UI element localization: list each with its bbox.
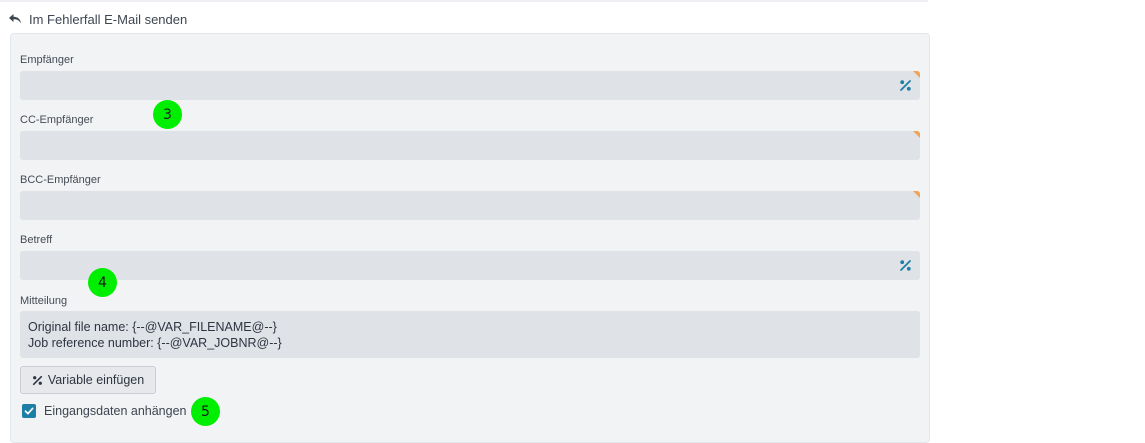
subject-label: Betreff (20, 234, 53, 246)
attach-input-label: Eingangsdaten anhängen (44, 404, 187, 418)
message-line: Job reference number: {--@VAR_JOBNR@--} (28, 336, 282, 350)
attach-input-row: Eingangsdaten anhängen (22, 402, 187, 420)
message-textarea[interactable]: Original file name: {--@VAR_FILENAME@--}… (20, 311, 920, 358)
message-line: Original file name: {--@VAR_FILENAME@--} (28, 320, 277, 334)
required-flag (913, 71, 920, 78)
section-title: Im Fehlerfall E-Mail senden (29, 11, 188, 27)
required-flag (913, 191, 920, 198)
check-icon (24, 407, 34, 415)
attach-input-checkbox[interactable] (22, 404, 36, 418)
message-label: Mitteilung (20, 295, 68, 307)
percent-icon[interactable] (899, 79, 912, 92)
undo-arrow-icon (8, 13, 22, 25)
percent-icon[interactable] (899, 259, 912, 272)
subject-input[interactable] (20, 251, 920, 280)
cc-label: CC-Empfänger (20, 114, 94, 126)
bcc-label: BCC-Empfänger (20, 174, 101, 186)
top-divider (0, 0, 928, 2)
recipient-input[interactable] (20, 71, 920, 100)
insert-variable-label: Variable einfügen (47, 373, 145, 387)
cc-input[interactable] (20, 131, 920, 160)
section-header[interactable]: Im Fehlerfall E-Mail senden (8, 10, 187, 28)
required-flag (913, 131, 920, 138)
bcc-input[interactable] (20, 191, 920, 220)
annotation-marker-5: 5 (191, 397, 220, 426)
percent-icon (32, 375, 43, 386)
insert-variable-button[interactable]: Variable einfügen (20, 366, 156, 394)
annotation-marker-4: 4 (88, 268, 117, 297)
recipient-label: Empfänger (20, 54, 74, 66)
annotation-marker-3: 3 (153, 100, 182, 129)
